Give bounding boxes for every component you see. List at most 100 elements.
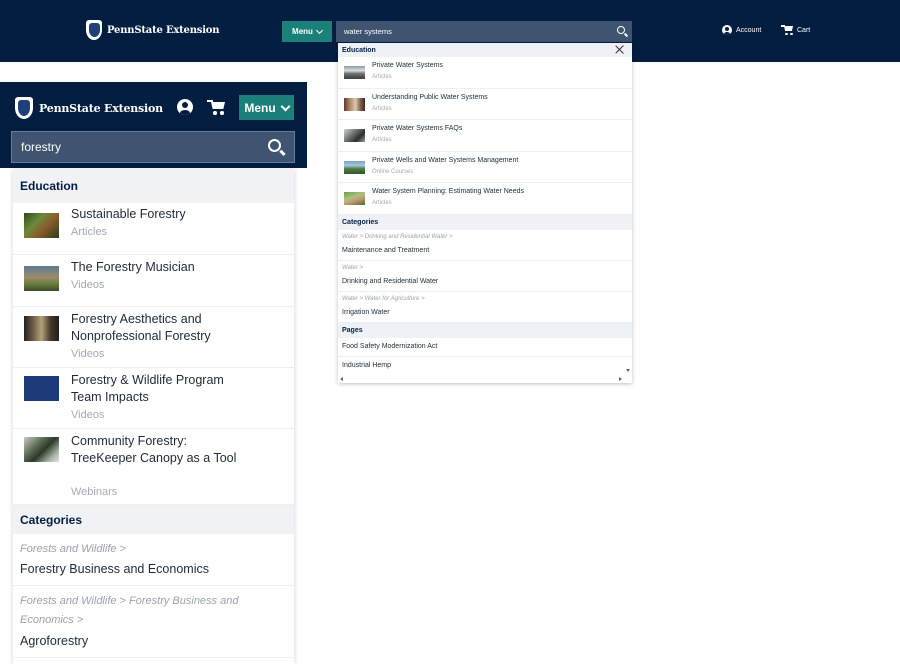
result-thumbnail (24, 437, 59, 462)
account-icon (722, 25, 732, 35)
category-name: Maintenance and Treatment (342, 246, 430, 254)
category-name: Agroforestry (20, 634, 89, 648)
horizontal-scrollbar[interactable] (338, 375, 632, 383)
result-type: Articles (372, 74, 392, 80)
section-label: Education (20, 178, 79, 193)
result-item[interactable]: Sustainable Forestry Articles (13, 203, 294, 255)
category-item[interactable]: Water > Water for Agriculture > Irrigati… (338, 292, 632, 323)
result-title: Private Water Systems (372, 62, 443, 69)
account-label: Account (736, 26, 762, 34)
scroll-right-arrow-icon[interactable] (619, 377, 622, 381)
result-title: Community Forestry: TreeKeeper Canopy as… (71, 434, 237, 465)
desktop-menu-button[interactable]: Menu (282, 21, 332, 42)
desktop-account-link[interactable]: Account (722, 25, 761, 35)
chevron-down-icon (280, 101, 291, 111)
result-type: Online Courses (372, 168, 414, 175)
result-title: Forestry Aesthetics and Nonprofessional … (71, 312, 211, 343)
section-label: Categories (342, 218, 379, 226)
section-label: Pages (342, 326, 363, 334)
section-header-education: Education (338, 43, 632, 57)
close-icon[interactable] (615, 45, 624, 54)
page-name: Industrial Hemp (342, 362, 392, 369)
category-item[interactable]: Water > Drinking and Residential Water >… (338, 230, 632, 261)
category-item[interactable]: Forests and Wildlife > Forestry Business… (13, 534, 294, 586)
menu-label: Menu (292, 27, 313, 36)
result-item[interactable]: Water System Planning: Estimating Water … (338, 183, 632, 215)
result-title: Water System Planning: Estimating Water … (372, 188, 524, 195)
result-type: Articles (71, 226, 108, 238)
result-type: Webinars (71, 486, 118, 498)
search-icon[interactable] (268, 139, 281, 152)
vertical-scrollbar[interactable] (625, 43, 632, 375)
result-type: Videos (71, 279, 105, 291)
category-path: Water > (342, 264, 364, 271)
result-item[interactable]: Community Forestry: TreeKeeper Canopy as… (13, 429, 294, 505)
cart-label: Cart (797, 26, 811, 34)
mobile-search-dropdown: Education Sustainable Forestry Articles … (13, 168, 294, 664)
desktop-cart-link[interactable]: Cart (781, 25, 810, 35)
result-thumbnail (24, 213, 59, 238)
nittany-lion-shield-icon (15, 97, 33, 119)
result-item[interactable]: Understanding Public Water Systems Artic… (338, 89, 632, 120)
result-type: Videos (71, 348, 105, 360)
category-item[interactable]: Forests and Wildlife > Forestry Business… (13, 586, 294, 658)
chevron-down-icon (315, 26, 323, 34)
scroll-down-arrow-icon[interactable] (626, 369, 630, 372)
logo-text: PennState Extension (107, 24, 220, 36)
page-item[interactable]: Food Safety Modernization Act (338, 338, 632, 357)
page-name: Food Safety Modernization Act (342, 343, 438, 350)
result-item[interactable]: The Forestry Musician Videos (13, 255, 294, 307)
desktop-search-input[interactable] (342, 26, 606, 37)
section-label: Education (342, 46, 376, 54)
category-item[interactable]: Water > Drinking and Residential Water (338, 261, 632, 292)
search-icon[interactable] (617, 26, 625, 34)
menu-label: Menu (244, 100, 276, 115)
category-path: Water > Drinking and Residential Water > (342, 233, 453, 240)
result-thumbnail (344, 97, 365, 111)
desktop-search-bar (336, 21, 632, 42)
mobile-search-bar (11, 131, 295, 163)
section-label: Categories (20, 512, 83, 527)
result-title: Understanding Public Water Systems (372, 93, 488, 101)
result-item[interactable]: Private Wells and Water Systems Manageme… (338, 152, 632, 183)
result-thumbnail (344, 160, 365, 174)
section-header-categories: Categories (338, 214, 632, 230)
desktop-logo[interactable]: PennState Extension (86, 20, 220, 40)
result-item[interactable]: Forestry Aesthetics and Nonprofessional … (13, 307, 294, 368)
result-thumbnail (24, 266, 59, 291)
category-name: Irrigation Water (342, 308, 390, 316)
result-thumbnail (344, 192, 365, 205)
page-item[interactable]: Industrial Hemp (338, 357, 632, 376)
result-item[interactable]: Private Water Systems FAQs Articles (338, 120, 632, 152)
result-title: Sustainable Forestry (71, 207, 186, 221)
category-path: Forests and Wildlife > (20, 543, 126, 555)
category-path: Forests and Wildlife > Forestry Business… (20, 595, 239, 626)
result-type: Articles (372, 200, 392, 206)
result-title: Forestry & Wildlife Program Team Impacts (71, 373, 224, 404)
result-item[interactable]: Forestry & Wildlife Program Team Impacts… (13, 368, 294, 429)
nittany-lion-shield-icon (86, 20, 102, 40)
cart-icon[interactable] (207, 100, 225, 115)
result-type: Videos (71, 409, 105, 421)
category-name: Drinking and Residential Water (342, 277, 439, 285)
mobile-logo[interactable]: PennState Extension (15, 97, 163, 119)
result-title: The Forestry Musician (71, 260, 195, 274)
mobile-search-input[interactable] (19, 139, 263, 155)
category-name: Forestry Business and Economics (20, 562, 209, 576)
section-header-categories: Categories (13, 505, 294, 534)
account-icon[interactable] (177, 99, 193, 115)
result-type: Articles (372, 105, 392, 112)
result-thumbnail (24, 316, 59, 341)
desktop-search-dropdown: Education Private Water Systems Articles… (338, 43, 632, 383)
result-type: Articles (372, 137, 392, 143)
result-thumbnail (344, 66, 365, 79)
result-thumbnail (344, 129, 365, 142)
result-title: Private Wells and Water Systems Manageme… (372, 156, 519, 164)
cart-icon (781, 25, 793, 35)
category-path: Water > Water for Agriculture > (342, 295, 425, 302)
scroll-left-arrow-icon[interactable] (340, 377, 343, 381)
logo-text: PennState Extension (39, 101, 163, 115)
section-header-pages: Pages (338, 322, 632, 338)
result-item[interactable]: Private Water Systems Articles (338, 57, 632, 89)
mobile-menu-button[interactable]: Menu (239, 95, 294, 120)
